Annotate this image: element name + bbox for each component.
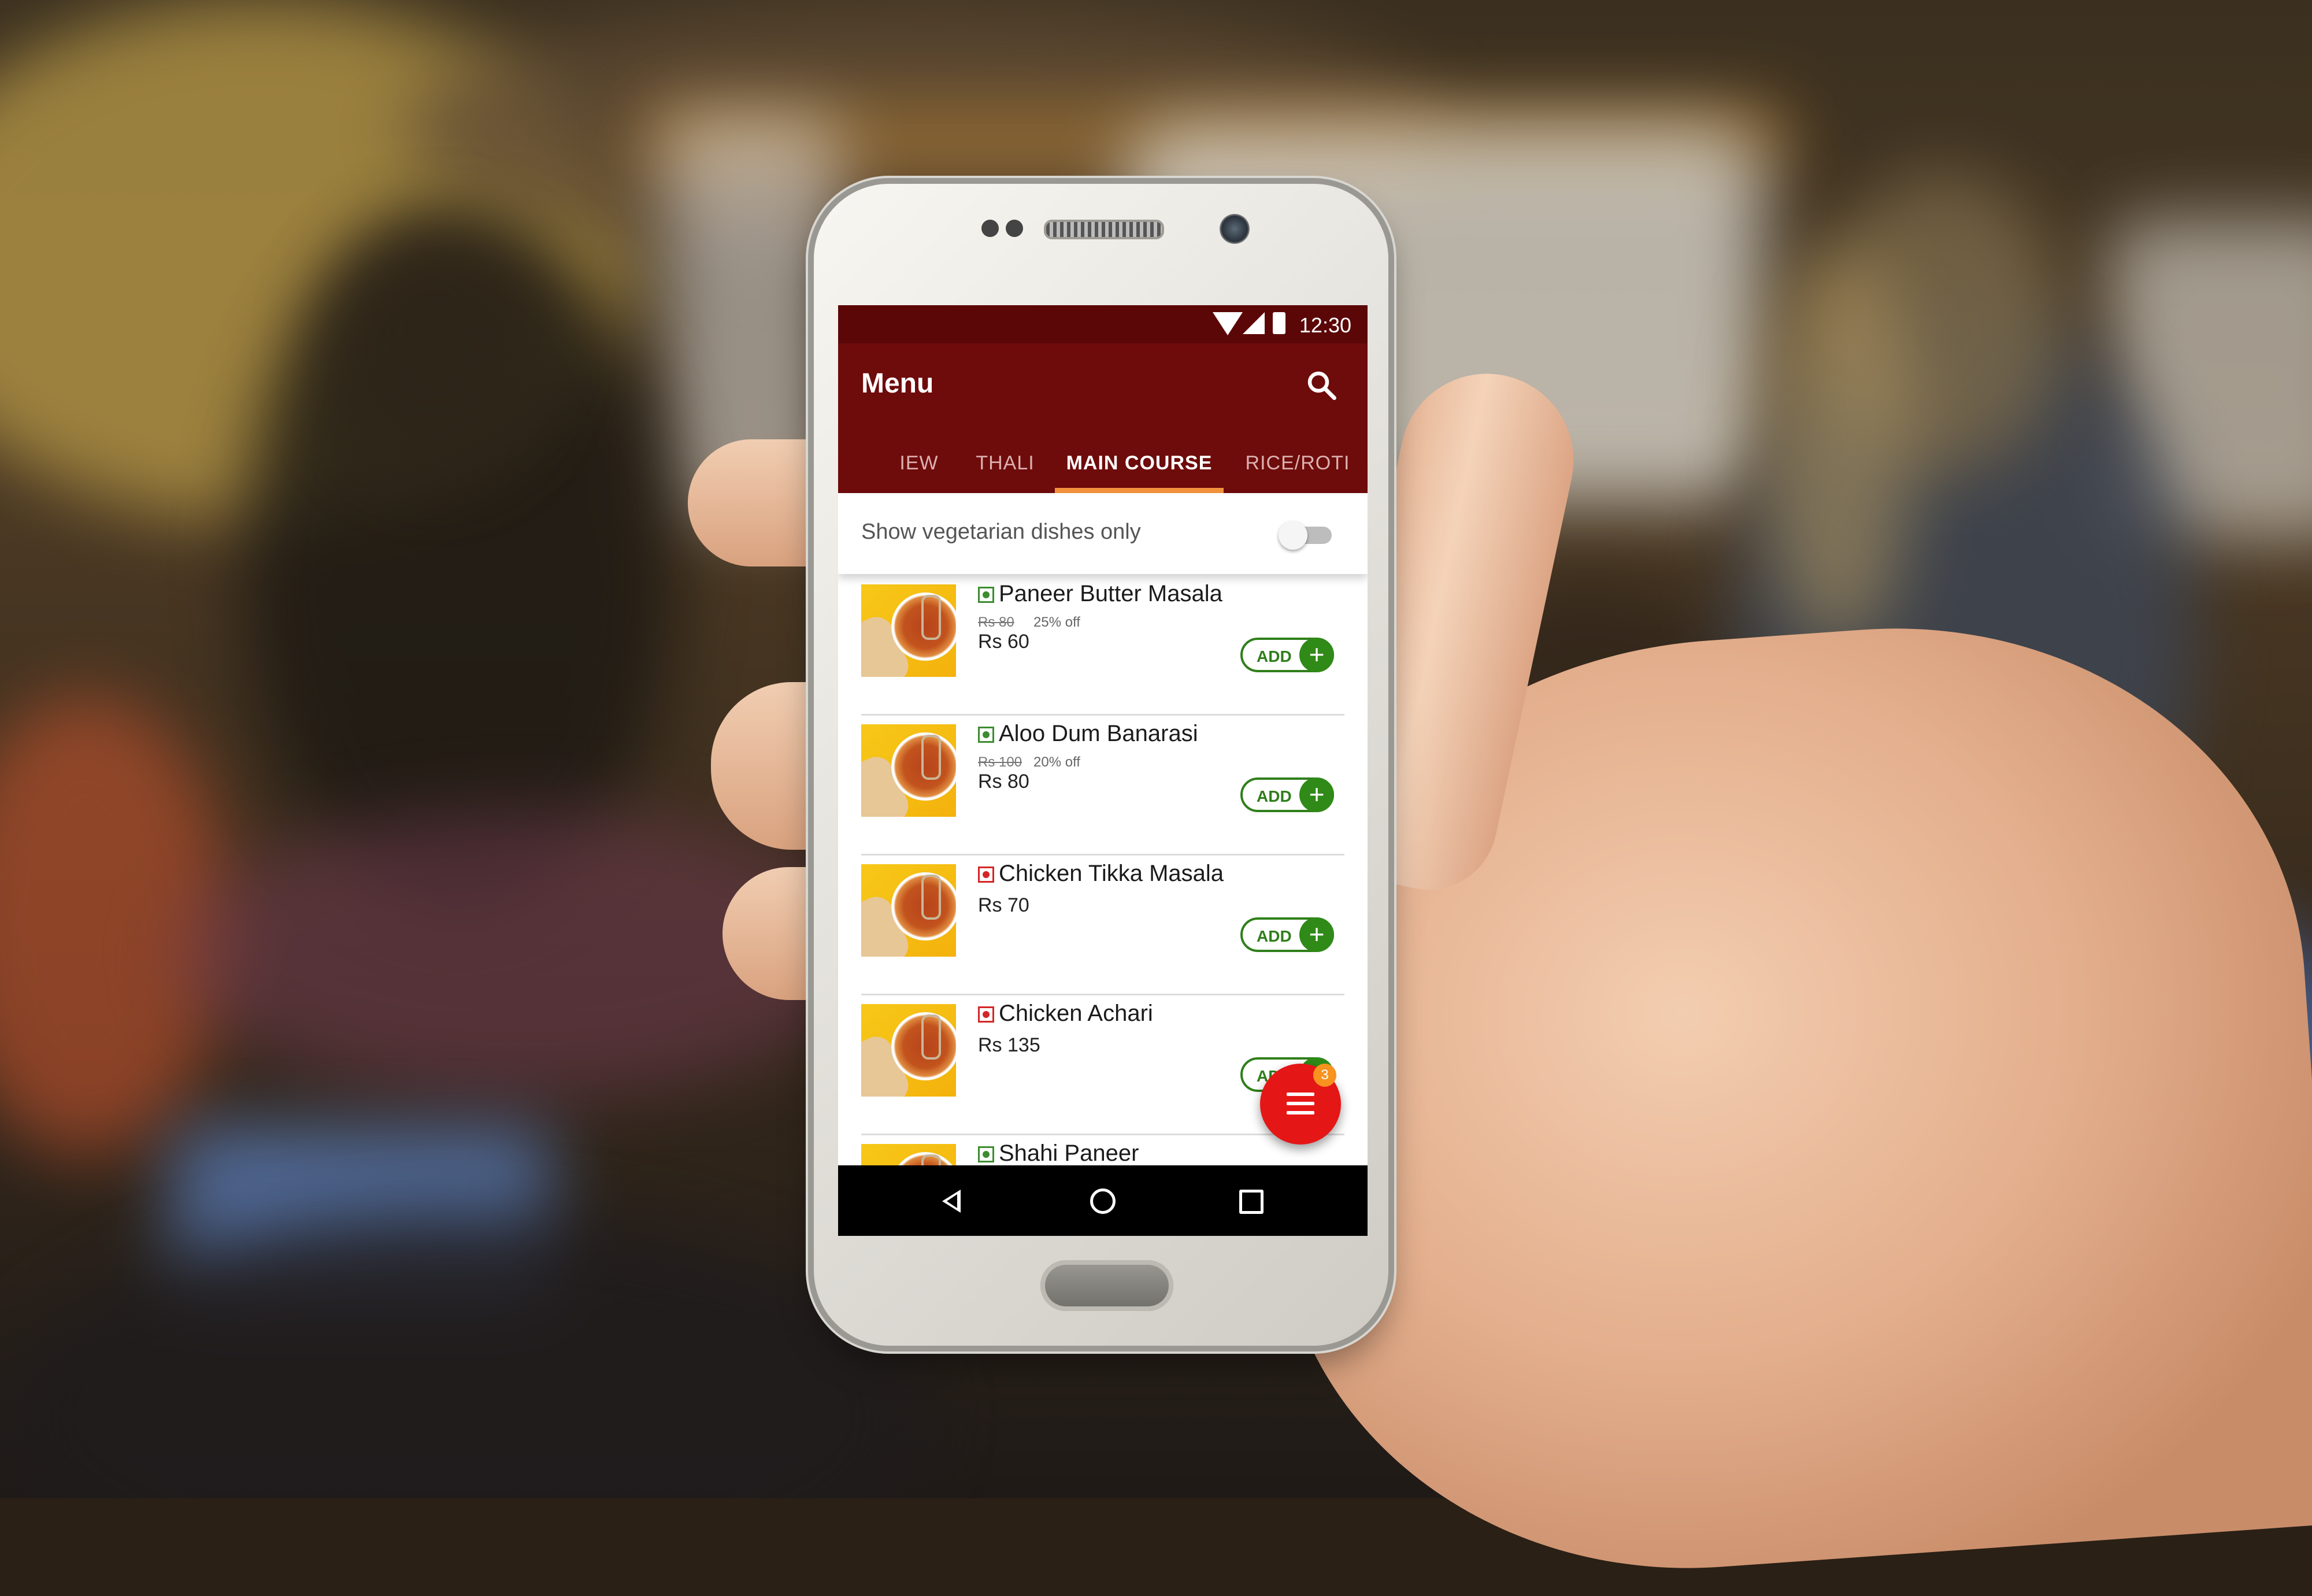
search-icon[interactable] bbox=[1304, 368, 1339, 402]
battery-icon bbox=[1273, 312, 1285, 334]
phone-home-button[interactable] bbox=[1040, 1260, 1173, 1311]
list-item: Chicken Tikka Masala Rs 70 ADD + bbox=[861, 854, 1344, 995]
plus-icon: + bbox=[1299, 917, 1334, 952]
cart-fab[interactable]: 3 bbox=[1260, 1064, 1341, 1145]
phone-sensor bbox=[1006, 220, 1023, 237]
dish-price: Rs 80 bbox=[978, 771, 1029, 793]
status-time: 12:30 bbox=[1299, 313, 1351, 337]
add-label: ADD bbox=[1257, 647, 1292, 665]
veg-icon bbox=[978, 1146, 994, 1162]
dish-image bbox=[861, 584, 956, 677]
discount-label: 20% off bbox=[1033, 754, 1080, 770]
phone-sensor bbox=[981, 220, 999, 237]
category-tabs: IEW THALI MAIN COURSE RICE/ROTI bbox=[838, 437, 1368, 493]
active-tab-indicator bbox=[1055, 488, 1224, 493]
add-label: ADD bbox=[1257, 927, 1292, 945]
cart-count-badge: 3 bbox=[1313, 1064, 1336, 1087]
toggle-knob bbox=[1279, 521, 1307, 550]
dish-image bbox=[861, 1004, 956, 1097]
plus-icon: + bbox=[1299, 638, 1334, 672]
dish-name: Shahi Paneer bbox=[999, 1140, 1139, 1166]
android-nav-bar bbox=[838, 1165, 1368, 1236]
dish-name: Chicken Tikka Masala bbox=[999, 861, 1224, 886]
app-bar: 12:30 Menu IEW THALI MAIN COURSE RICE/RO… bbox=[838, 305, 1368, 493]
dish-name: Aloo Dum Banarasi bbox=[999, 721, 1198, 746]
list-item: Paneer Butter Masala Rs 80 25% off Rs 60… bbox=[861, 574, 1344, 716]
veg-filter-label: Show vegetarian dishes only bbox=[861, 520, 1141, 544]
add-label: ADD bbox=[1257, 787, 1292, 805]
app-screen: 12:30 Menu IEW THALI MAIN COURSE RICE/RO… bbox=[838, 305, 1368, 1236]
back-icon[interactable] bbox=[942, 1190, 961, 1213]
dish-name: Paneer Butter Masala bbox=[999, 581, 1222, 606]
wifi-icon bbox=[1213, 312, 1243, 335]
original-price: Rs 80 bbox=[978, 614, 1014, 630]
list-item: Aloo Dum Banarasi Rs 100 20% off Rs 80 A… bbox=[861, 714, 1344, 856]
menu-lines-icon bbox=[1287, 1093, 1314, 1116]
veg-filter-toggle[interactable] bbox=[1279, 521, 1332, 550]
tab-preview[interactable]: IEW bbox=[890, 437, 948, 493]
discount-label: 25% off bbox=[1033, 614, 1080, 630]
add-button[interactable]: ADD + bbox=[1240, 777, 1334, 812]
status-bar: 12:30 bbox=[838, 305, 1368, 343]
veg-icon bbox=[978, 587, 994, 603]
tab-main-course[interactable]: MAIN COURSE bbox=[1055, 437, 1224, 493]
dish-price: Rs 135 bbox=[978, 1034, 1040, 1056]
home-icon[interactable] bbox=[1090, 1188, 1116, 1214]
front-camera bbox=[1220, 214, 1250, 244]
dish-price: Rs 70 bbox=[978, 894, 1029, 916]
veg-icon bbox=[978, 727, 994, 743]
dish-price: Rs 60 bbox=[978, 631, 1029, 653]
add-button[interactable]: ADD + bbox=[1240, 917, 1334, 952]
dish-image bbox=[861, 864, 956, 957]
non-veg-icon bbox=[978, 866, 994, 883]
signal-icon bbox=[1243, 312, 1265, 334]
dish-image bbox=[861, 724, 956, 817]
add-button[interactable]: ADD + bbox=[1240, 638, 1334, 672]
original-price: Rs 100 bbox=[978, 754, 1022, 770]
page-title: Menu bbox=[861, 368, 934, 399]
tab-rice-roti[interactable]: RICE/ROTI bbox=[1237, 437, 1358, 493]
dish-name: Chicken Achari bbox=[999, 1001, 1153, 1026]
non-veg-icon bbox=[978, 1006, 994, 1023]
phone-speaker bbox=[1044, 220, 1164, 239]
plus-icon: + bbox=[1299, 777, 1334, 812]
veg-filter-bar: Show vegetarian dishes only bbox=[838, 493, 1368, 574]
tab-thali[interactable]: THALI bbox=[968, 437, 1043, 493]
recent-apps-icon[interactable] bbox=[1239, 1190, 1264, 1214]
